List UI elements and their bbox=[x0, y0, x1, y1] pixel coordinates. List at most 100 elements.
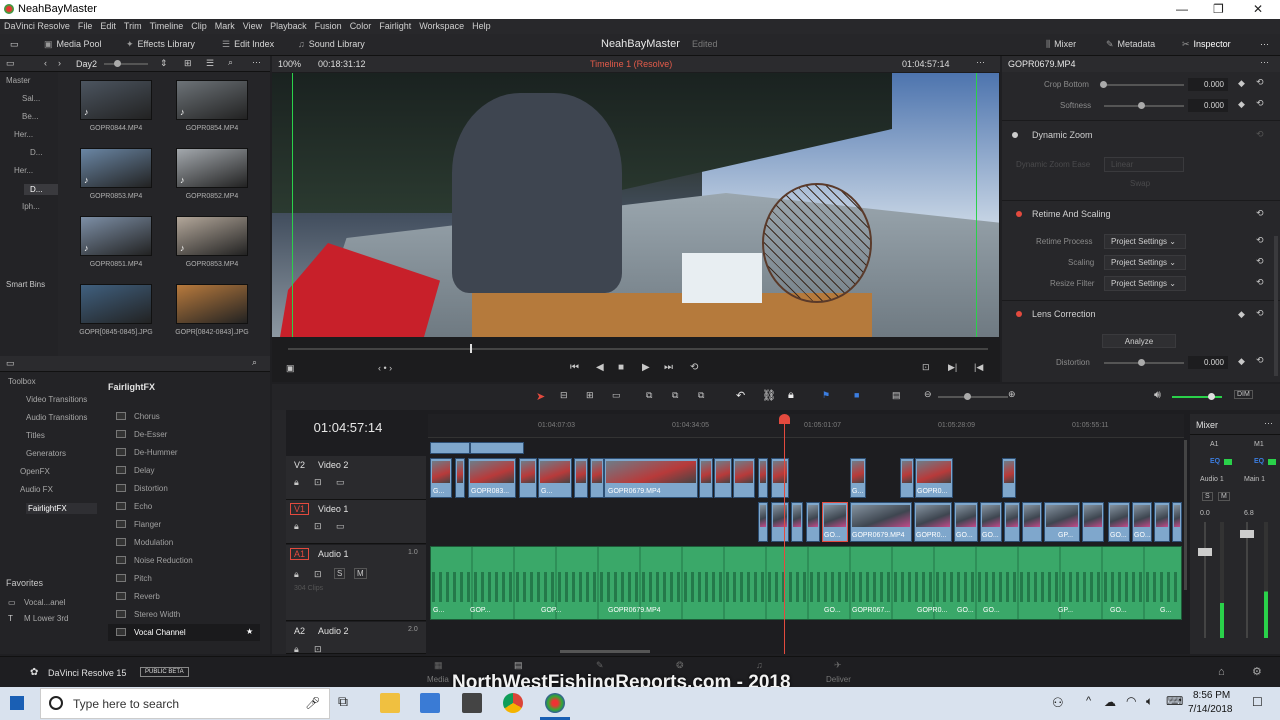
timeline-vscroll[interactable] bbox=[1184, 440, 1187, 590]
microphone-icon[interactable]: 🎤︎ bbox=[305, 696, 320, 710]
resolve-taskbar-icon[interactable] bbox=[545, 693, 565, 713]
maximize-button[interactable]: ❐ bbox=[1213, 2, 1224, 16]
effects-search-icon[interactable]: ⌕ bbox=[252, 357, 257, 368]
deliver-page-tab[interactable]: Deliver bbox=[826, 675, 851, 684]
people-icon[interactable]: ⚇ bbox=[1052, 695, 1064, 711]
retime-toggle[interactable] bbox=[1016, 211, 1022, 217]
distortion-value[interactable]: 0.000 bbox=[1188, 356, 1228, 369]
deliver-page-icon[interactable]: ✈ bbox=[834, 660, 842, 671]
play-reverse-icon[interactable]: ◀ bbox=[596, 362, 604, 373]
lens-keyframe-icon[interactable]: ◆ bbox=[1238, 309, 1245, 320]
clip-thumbnail[interactable] bbox=[176, 216, 248, 256]
replace-clip-icon[interactable]: ⧉ bbox=[698, 390, 704, 401]
bin-item[interactable]: Iph... bbox=[22, 202, 40, 211]
lock-icon[interactable]: 🔒︎ bbox=[294, 644, 299, 655]
keyboard-icon[interactable]: ⌨ bbox=[1166, 694, 1183, 708]
menu-item-6[interactable]: Mark bbox=[211, 19, 239, 31]
analyze-button[interactable]: Analyze bbox=[1102, 334, 1176, 348]
fx-item[interactable]: Reverb bbox=[108, 588, 260, 605]
list-view-icon[interactable]: ☰ bbox=[206, 58, 214, 69]
bin-item[interactable]: D... bbox=[24, 184, 59, 195]
crop-bottom-reset-icon[interactable]: ⟲ bbox=[1256, 77, 1264, 88]
resize-filter-dropdown[interactable]: Project Settings ⌄ bbox=[1104, 276, 1186, 291]
effects-tree-item[interactable]: Video Transitions bbox=[26, 395, 87, 404]
fx-item[interactable]: Pitch bbox=[108, 570, 260, 587]
swap-button[interactable]: Swap bbox=[1130, 179, 1150, 188]
minimize-button[interactable]: — bbox=[1176, 2, 1188, 16]
menu-item-13[interactable]: Help bbox=[468, 19, 495, 31]
timeline-hscroll[interactable] bbox=[560, 650, 650, 653]
zoom-slider[interactable] bbox=[938, 396, 1008, 398]
timeline-view-icon[interactable]: ▤ bbox=[892, 390, 901, 401]
inspector-options-icon[interactable]: ⋯ bbox=[1260, 57, 1269, 68]
store-icon[interactable] bbox=[420, 693, 440, 713]
bin-item[interactable]: D... bbox=[30, 148, 42, 157]
lock-icon[interactable]: 🔒︎ bbox=[294, 477, 299, 488]
menu-item-4[interactable]: Timeline bbox=[146, 19, 188, 31]
clip-thumbnail[interactable] bbox=[176, 284, 248, 324]
speaker-icon[interactable]: 🔊︎ bbox=[1154, 389, 1161, 402]
chrome-icon[interactable] bbox=[503, 693, 523, 713]
effects-tree-item[interactable]: Titles bbox=[26, 431, 45, 440]
toolbox-item[interactable]: Toolbox bbox=[8, 377, 36, 386]
mixer-options-icon[interactable]: ⋯ bbox=[1264, 418, 1273, 429]
viewer-scrubber[interactable] bbox=[288, 348, 988, 350]
favorite-item[interactable]: M Lower 3rd bbox=[24, 614, 68, 623]
edit-index-button[interactable]: ☰ Edit Index bbox=[222, 39, 274, 50]
video-clip[interactable] bbox=[430, 442, 470, 454]
fx-item[interactable]: Modulation bbox=[108, 534, 260, 551]
fx-item[interactable]: Distortion bbox=[108, 480, 260, 497]
overwrite-clip-icon[interactable]: ⧉ bbox=[672, 390, 678, 401]
taskbar-search-box[interactable]: Type here to search 🎤︎ bbox=[40, 688, 330, 719]
prev-edit-icon[interactable]: |◀ bbox=[974, 362, 983, 373]
dz-ease-dropdown[interactable]: Linear bbox=[1104, 157, 1184, 172]
mixer-eq-a1[interactable]: EQ bbox=[1210, 458, 1220, 465]
menu-item-2[interactable]: Edit bbox=[96, 19, 120, 31]
distortion-handle[interactable] bbox=[1138, 359, 1145, 366]
play-icon[interactable]: ▶ bbox=[642, 362, 650, 373]
settings-icon[interactable]: ⚙ bbox=[1252, 665, 1262, 678]
more-options-icon[interactable]: ⋯ bbox=[1260, 39, 1269, 50]
forward-icon[interactable]: › bbox=[58, 58, 61, 68]
zoom-slider-handle[interactable] bbox=[964, 393, 971, 400]
bin-item[interactable]: Master bbox=[6, 76, 30, 85]
fx-item[interactable]: Noise Reduction bbox=[108, 552, 260, 569]
menu-item-11[interactable]: Fairlight bbox=[375, 19, 415, 31]
fx-item[interactable]: Stereo Width bbox=[108, 606, 260, 623]
effects-tree-item[interactable]: Audio FX bbox=[20, 485, 53, 494]
retime-reset-icon[interactable]: ⟲ bbox=[1256, 208, 1264, 219]
onedrive-icon[interactable]: ☁ bbox=[1104, 695, 1116, 709]
fairlight-page-icon[interactable]: ♫ bbox=[756, 660, 763, 670]
selection-tool-icon[interactable]: ➤ bbox=[536, 390, 545, 403]
auto-select-icon[interactable]: ⊡ bbox=[314, 521, 322, 532]
media-pool-button[interactable]: ▣ Media Pool bbox=[44, 39, 102, 50]
clock-time[interactable]: 8:56 PM bbox=[1193, 690, 1230, 701]
retime-process-reset-icon[interactable]: ⟲ bbox=[1256, 235, 1264, 246]
clock-date[interactable]: 7/14/2018 bbox=[1188, 704, 1233, 715]
match-frame-icon[interactable]: ⊡ bbox=[922, 362, 930, 373]
scaling-reset-icon[interactable]: ⟲ bbox=[1256, 256, 1264, 267]
fx-item[interactable]: Vocal Channel ★ bbox=[108, 624, 260, 641]
menu-item-9[interactable]: Fusion bbox=[311, 19, 346, 31]
menu-item-7[interactable]: View bbox=[239, 19, 266, 31]
fx-item[interactable]: Chorus bbox=[108, 408, 260, 425]
playhead-line[interactable] bbox=[784, 418, 785, 654]
task-view-icon[interactable]: ⧉ bbox=[338, 693, 358, 713]
m1-fader-handle[interactable] bbox=[1240, 530, 1254, 538]
disable-track-icon[interactable]: ▭ bbox=[336, 521, 345, 532]
lock-icon[interactable]: 🔒︎ bbox=[294, 569, 299, 580]
fx-item[interactable]: De-Hummer bbox=[108, 444, 260, 461]
resize-filter-reset-icon[interactable]: ⟲ bbox=[1256, 277, 1264, 288]
zoom-level[interactable]: 100% bbox=[278, 59, 301, 69]
volume-icon[interactable]: 🔈︎ bbox=[1146, 694, 1153, 709]
clip-thumbnail[interactable] bbox=[176, 148, 248, 188]
effects-tree-item[interactable]: Generators bbox=[26, 449, 66, 458]
mixer-mute-button[interactable]: M bbox=[1218, 492, 1230, 501]
back-icon[interactable]: ‹ bbox=[44, 58, 47, 68]
effects-tree-item[interactable]: OpenFX bbox=[20, 467, 50, 476]
media-pool-options-icon[interactable]: ⋯ bbox=[252, 57, 261, 68]
lens-correction-toggle[interactable] bbox=[1016, 311, 1022, 317]
video-clip[interactable] bbox=[470, 442, 524, 454]
auto-select-icon[interactable]: ⊡ bbox=[314, 644, 322, 655]
snapping-icon[interactable]: ↶ bbox=[736, 389, 745, 402]
